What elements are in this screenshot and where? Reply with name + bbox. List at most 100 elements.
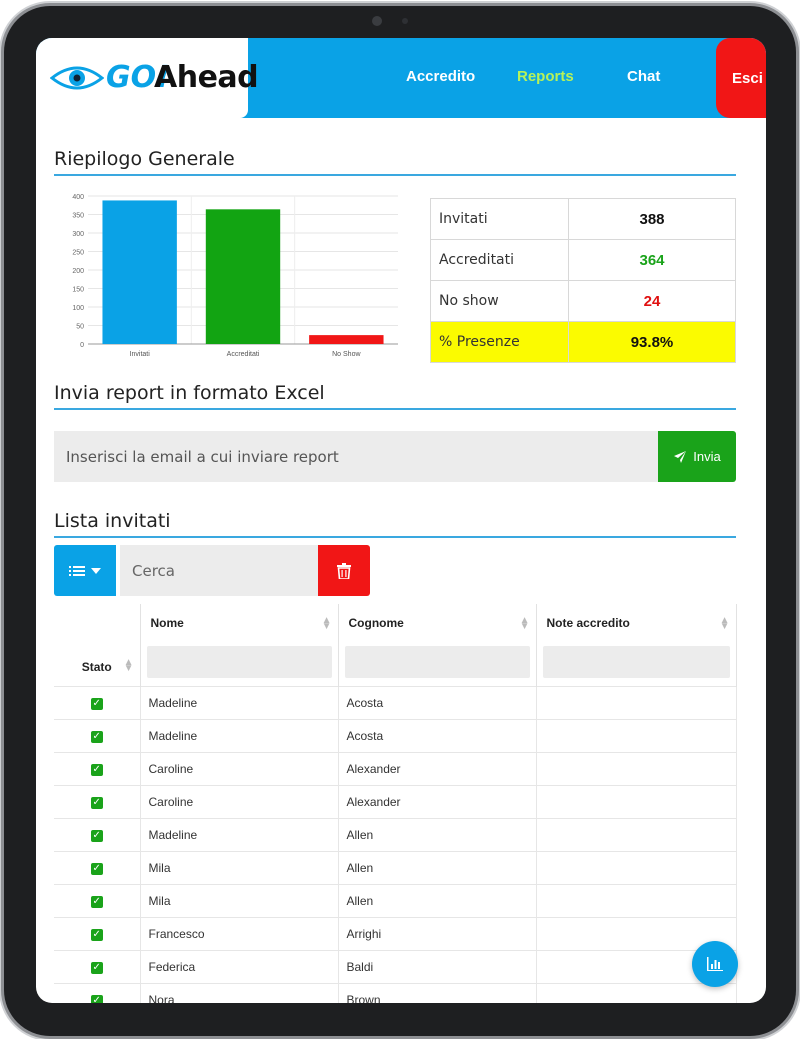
logo[interactable]: GO! Ahead	[36, 38, 259, 118]
cognome-cell: Brown	[338, 983, 537, 1003]
cognome-cell: Acosta	[338, 719, 537, 752]
checked-icon[interactable]: ✓	[90, 731, 103, 743]
nome-cell: Madeline	[140, 686, 339, 719]
section-divider	[54, 408, 736, 410]
summary-label: Accreditati	[430, 239, 569, 281]
filter-note-input[interactable]	[542, 646, 730, 678]
status-cell[interactable]: ✓	[54, 983, 141, 1003]
chart-y-tick-label: 350	[72, 213, 84, 220]
cognome-cell: Baldi	[338, 950, 537, 983]
top-bar: GO! Ahead Accredito Reports Chat Esci	[36, 38, 766, 118]
status-cell[interactable]: ✓	[54, 917, 141, 950]
note-cell	[536, 785, 737, 818]
send-label: Invia	[693, 449, 721, 464]
checked-icon[interactable]: ✓	[90, 764, 103, 776]
list-title: Lista invitati	[54, 510, 171, 532]
column-header-stato[interactable]: Stato ▲ ▼	[54, 604, 141, 686]
summary-label: % Presenze	[430, 321, 569, 363]
table-row[interactable]: ✓ Mila Allen	[54, 884, 737, 917]
checked-icon[interactable]: ✓	[90, 995, 103, 1003]
list-options-dropdown[interactable]	[54, 545, 116, 596]
status-cell[interactable]: ✓	[54, 719, 141, 752]
filter-nome-input[interactable]	[146, 646, 332, 678]
camera	[372, 16, 382, 26]
nav-chat[interactable]: Chat	[627, 68, 660, 85]
note-cell	[536, 884, 737, 917]
status-cell[interactable]: ✓	[54, 686, 141, 719]
table-row[interactable]: ✓ Caroline Alexander	[54, 752, 737, 785]
checked-icon[interactable]: ✓	[90, 830, 103, 842]
table-header-row: Stato ▲ ▼ Nome ▲ ▼ Cognome ▲ ▼ Note accr…	[54, 604, 737, 686]
chart-y-tick-label: 100	[72, 305, 84, 312]
search-input[interactable]: Cerca	[120, 545, 318, 596]
logo-ahead: Ahead	[154, 60, 259, 95]
nome-cell: Mila	[140, 851, 339, 884]
status-cell[interactable]: ✓	[54, 950, 141, 983]
table-row[interactable]: ✓ Mila Allen	[54, 851, 737, 884]
bar-chart: 0 50 100 150 200 250 300 350 400 Invitati Accredit…	[72, 194, 398, 358]
checked-icon[interactable]: ✓	[90, 929, 103, 941]
table-row[interactable]: ✓ Francesco Arrighi	[54, 917, 737, 950]
summary-label: Invitati	[430, 198, 569, 240]
checked-icon[interactable]: ✓	[90, 698, 103, 710]
summary-value: 364	[568, 239, 736, 281]
checked-icon[interactable]: ✓	[90, 962, 103, 974]
nome-cell: Caroline	[140, 752, 339, 785]
status-cell[interactable]: ✓	[54, 752, 141, 785]
table-row[interactable]: ✓ Federica Baldi	[54, 950, 737, 983]
checked-icon[interactable]: ✓	[90, 863, 103, 875]
summary-row-accreditati: Accreditati 364	[430, 239, 736, 281]
status-cell[interactable]: ✓	[54, 884, 141, 917]
table-row[interactable]: ✓ Madeline Acosta	[54, 686, 737, 719]
nav-accredito[interactable]: Accredito	[406, 68, 475, 85]
table-row[interactable]: ✓ Madeline Allen	[54, 818, 737, 851]
column-header-nome[interactable]: Nome ▲ ▼	[140, 604, 339, 686]
cognome-cell: Alexander	[338, 752, 537, 785]
status-cell[interactable]: ✓	[54, 851, 141, 884]
eye-logo-icon	[50, 66, 104, 90]
nome-cell: Mila	[140, 884, 339, 917]
chart-y-tick-label: 200	[72, 268, 84, 275]
note-cell	[536, 851, 737, 884]
checked-icon[interactable]: ✓	[90, 797, 103, 809]
trash-icon	[337, 562, 351, 579]
column-header-note[interactable]: Note accredito ▲ ▼	[536, 604, 737, 686]
chart-bar	[102, 200, 177, 344]
exit-button[interactable]: Esci	[716, 38, 766, 118]
table-row[interactable]: ✓ Nora Brown	[54, 983, 737, 1003]
status-cell[interactable]: ✓	[54, 818, 141, 851]
status-cell[interactable]: ✓	[54, 785, 141, 818]
summary-label: No show	[430, 280, 569, 322]
nav-reports[interactable]: Reports	[517, 68, 574, 85]
guest-table: Stato ▲ ▼ Nome ▲ ▼ Cognome ▲ ▼ Note accr…	[54, 604, 737, 1003]
nome-cell: Nora	[140, 983, 339, 1003]
chart-x-tick-label: Invitati	[130, 351, 151, 358]
report-title: Invia report in formato Excel	[54, 382, 325, 404]
cognome-cell: Allen	[338, 884, 537, 917]
table-row[interactable]: ✓ Caroline Alexander	[54, 785, 737, 818]
sensor	[402, 18, 408, 24]
chart-y-tick-label: 0	[80, 342, 84, 349]
column-header-cognome[interactable]: Cognome ▲ ▼	[338, 604, 537, 686]
chart-x-tick-label: No Show	[332, 351, 361, 358]
bar-chart-icon	[707, 957, 723, 971]
chart-y-tick-label: 50	[76, 324, 84, 331]
chart-y-tick-label: 300	[72, 231, 84, 238]
column-label: Note accredito	[546, 616, 630, 630]
nome-cell: Madeline	[140, 719, 339, 752]
table-row[interactable]: ✓ Madeline Acosta	[54, 719, 737, 752]
summary-row-presenze: % Presenze 93.8%	[430, 321, 736, 363]
chart-bar	[205, 209, 281, 344]
stats-fab-button[interactable]	[692, 941, 738, 987]
delete-button[interactable]	[318, 545, 370, 596]
send-button[interactable]: Invia	[658, 431, 736, 482]
tablet-frame: GO! Ahead Accredito Reports Chat Esci Ri…	[4, 6, 796, 1036]
list-icon	[69, 565, 85, 576]
nome-cell: Francesco	[140, 917, 339, 950]
email-input[interactable]: Inserisci la email a cui inviare report	[54, 431, 658, 482]
filter-cognome-input[interactable]	[344, 646, 530, 678]
column-label: Cognome	[348, 616, 404, 630]
column-label: Nome	[150, 616, 184, 630]
summary-row-invitati: Invitati 388	[430, 198, 736, 240]
checked-icon[interactable]: ✓	[90, 896, 103, 908]
